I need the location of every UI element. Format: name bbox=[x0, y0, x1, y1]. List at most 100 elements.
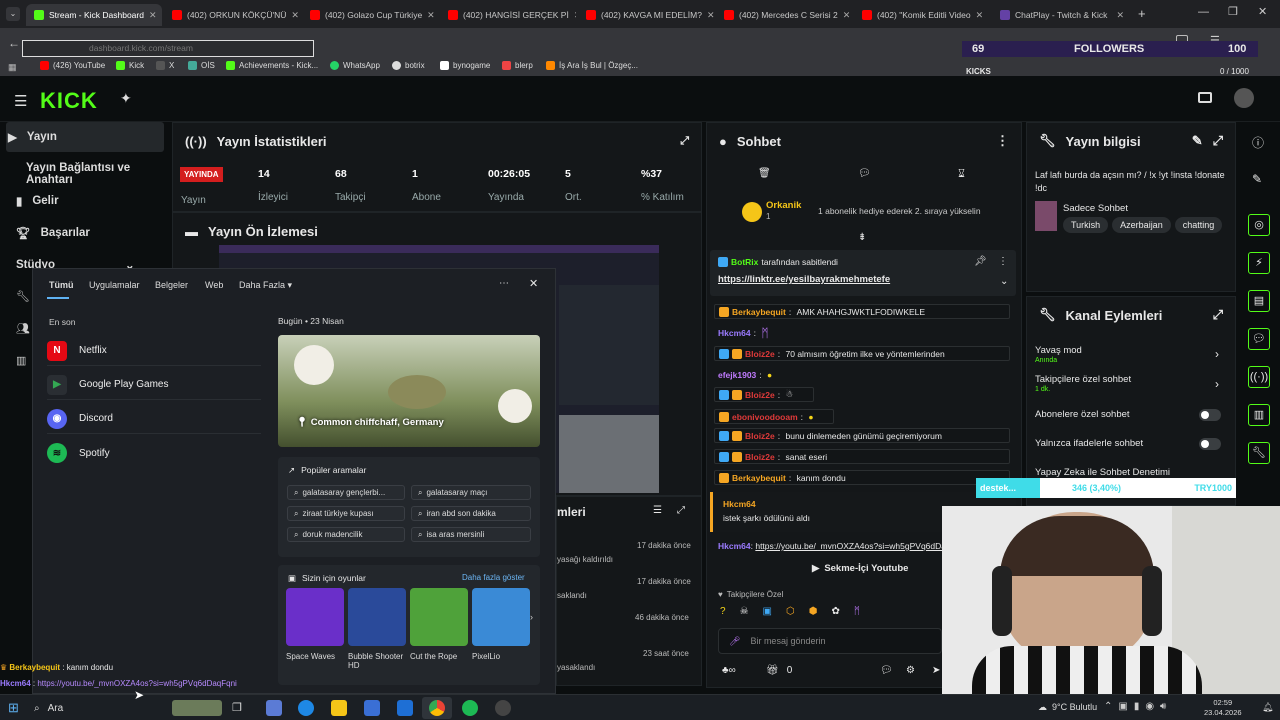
tag[interactable]: Azerbaijan bbox=[1112, 217, 1171, 233]
bookmark-ois[interactable]: OİS bbox=[188, 61, 215, 70]
chart-icon[interactable]: ▥ bbox=[16, 354, 26, 367]
bookmark-youtube[interactable]: (426) YouTube bbox=[40, 61, 105, 70]
recent-app-discord[interactable]: ◉ Discord bbox=[47, 404, 261, 434]
show-more-link[interactable]: Daha fazla göster bbox=[462, 573, 525, 582]
pin-icon[interactable]: ✦ bbox=[120, 90, 132, 107]
category-name[interactable]: Sadece Sohbet bbox=[1063, 203, 1128, 214]
emote-icon[interactable]: ☠ bbox=[740, 606, 749, 622]
chevron-right-icon[interactable]: › bbox=[1215, 347, 1219, 361]
tab-chatplay[interactable]: ChatPlay - Twitch & Kick ✕ bbox=[992, 4, 1132, 26]
chat-message[interactable]: ebonivoodooam: ● bbox=[714, 409, 834, 424]
info-icon[interactable]: ⓘ bbox=[1252, 134, 1264, 151]
trash-icon[interactable]: 🗑︎ bbox=[758, 168, 771, 179]
search-tab-web[interactable]: Web bbox=[205, 280, 223, 290]
game-tile[interactable]: Cut the Rope bbox=[410, 588, 468, 661]
popular-search-chip[interactable]: ⌕ ziraat türkiye kupası bbox=[287, 506, 405, 521]
edge-icon[interactable] bbox=[298, 700, 314, 716]
apps-grid-icon[interactable]: ▦ bbox=[8, 62, 17, 73]
emote-icon[interactable]: ? bbox=[720, 606, 726, 622]
edit-icon[interactable]: ✎ bbox=[1252, 172, 1262, 186]
emote-bar[interactable]: ? ☠ ▣ ⬡ ⬢ ✿ ᛗ bbox=[720, 606, 940, 622]
lightning-icon[interactable]: ⚡︎ bbox=[1248, 252, 1270, 274]
close-icon[interactable]: ✕ bbox=[529, 277, 538, 290]
popular-search-chip[interactable]: ⌕ galatasaray gençlerbi... bbox=[287, 485, 405, 500]
sidebar-item-basarilar[interactable]: 🏆︎ Başarılar bbox=[16, 226, 90, 240]
tab-close-icon[interactable]: ✕ bbox=[707, 10, 714, 21]
edit-icon[interactable]: ✎ bbox=[1192, 133, 1203, 149]
chat-message[interactable]: Berkaybequit: AMK AHAHGJWKTLFODIWKELE bbox=[714, 304, 1010, 319]
spotify-icon[interactable] bbox=[462, 700, 478, 716]
more-vertical-icon[interactable]: ⋮ bbox=[996, 133, 1009, 149]
search-highlight-image[interactable] bbox=[172, 700, 222, 716]
hourglass-icon[interactable]: ⌛︎ bbox=[958, 168, 965, 181]
bookmark-blerp[interactable]: blerp bbox=[502, 61, 533, 70]
popular-search-chip[interactable]: ⌕ isa aras mersinli bbox=[411, 527, 531, 542]
avatar[interactable] bbox=[1234, 88, 1254, 108]
file-explorer-icon[interactable] bbox=[331, 700, 347, 716]
obs-icon[interactable] bbox=[495, 700, 511, 716]
wrench-icon[interactable]: 🔧︎ bbox=[16, 290, 30, 303]
tab-close-icon[interactable]: ✕ bbox=[149, 10, 157, 21]
spotlight-image[interactable]: 📍︎ Common chiffchaff, Germany bbox=[278, 335, 540, 447]
chat-icon[interactable]: 💬︎ bbox=[858, 168, 871, 179]
emote-icon[interactable]: ᛗ bbox=[854, 606, 860, 622]
bookmark-achievements[interactable]: Achievements - Kick... bbox=[226, 61, 318, 70]
tab-search-icon[interactable]: ⌄ bbox=[6, 7, 20, 21]
popular-search-chip[interactable]: ⌕ galatasaray maçı bbox=[411, 485, 531, 500]
bookmark-bynogame[interactable]: bynogame bbox=[440, 61, 490, 70]
emote-chat-toggle[interactable] bbox=[1199, 438, 1221, 450]
bookmark-botrix[interactable]: botrix bbox=[392, 61, 425, 70]
tab-youtube-4[interactable]: (402) KAVGA MI EDELİM? ✕ bbox=[578, 4, 714, 26]
tab-close-icon[interactable]: ✕ bbox=[843, 10, 851, 21]
search-tab-all[interactable]: Tümü bbox=[49, 280, 74, 290]
layout-icon[interactable] bbox=[1198, 92, 1212, 103]
recent-app-netflix[interactable]: N Netflix bbox=[47, 336, 261, 366]
store-icon[interactable] bbox=[364, 700, 380, 716]
search-tab-apps[interactable]: Uygulamalar bbox=[89, 280, 140, 290]
new-tab-button[interactable]: + bbox=[1138, 6, 1146, 21]
kick-logo[interactable]: KICK bbox=[40, 88, 98, 114]
sidebar-item-gelir[interactable]: ▮ Gelir bbox=[16, 194, 59, 208]
chat-bubble-icon[interactable]: 💬︎ bbox=[1248, 328, 1270, 350]
more-horizontal-icon[interactable]: ⋯ bbox=[499, 278, 509, 289]
chat-message[interactable]: Bloiz2e: ☃ bbox=[714, 387, 814, 402]
emote-icon[interactable]: ⬢ bbox=[809, 606, 818, 622]
chat-bubble-icon[interactable]: 💬︎ bbox=[880, 665, 893, 676]
game-tile[interactable]: PixelLio bbox=[472, 588, 530, 661]
tab-close-icon[interactable]: ✕ bbox=[291, 10, 299, 21]
tab-youtube-6[interactable]: (402) "Komik Editli Video ✕ bbox=[854, 4, 990, 26]
tab-kick-dashboard[interactable]: Stream - Kick Dashboard ✕ bbox=[26, 4, 162, 26]
chat-message[interactable]: Bloiz2e: sanat eseri bbox=[714, 449, 1010, 464]
window-close-button[interactable]: ✕ bbox=[1258, 5, 1267, 18]
chevron-right-icon[interactable]: › bbox=[1215, 377, 1219, 391]
back-arrow-icon[interactable]: ← bbox=[8, 36, 20, 50]
game-tile[interactable]: Space Waves bbox=[286, 588, 344, 661]
emote-icon[interactable]: ⬡ bbox=[786, 606, 795, 622]
sidebar-item-yayin-baglantisi[interactable]: Yayın Bağlantısı ve Anahtarı bbox=[26, 162, 170, 186]
tab-close-icon[interactable]: ✕ bbox=[427, 10, 435, 21]
chat-message[interactable]: efejk1903: ● bbox=[714, 367, 776, 382]
chat-message[interactable]: Hkcm64: ᛗ bbox=[714, 325, 773, 340]
tab-close-icon[interactable]: ✕ bbox=[1116, 10, 1124, 21]
hamburger-menu-icon[interactable]: ☰ bbox=[14, 92, 27, 110]
sub-chat-toggle[interactable] bbox=[1199, 409, 1221, 421]
wrench-icon[interactable]: 🔧︎ bbox=[1248, 442, 1270, 464]
expand-icon[interactable]: ⤢ bbox=[677, 505, 685, 516]
expand-icon[interactable]: ⤢ bbox=[1213, 307, 1223, 323]
search-tab-more[interactable]: Daha Fazla ▾ bbox=[239, 280, 292, 291]
expand-icon[interactable]: ⤢ bbox=[1213, 133, 1223, 149]
chat-message[interactable]: Bloiz2e: bunu dinlemeden günümü geçiremi… bbox=[714, 428, 1010, 443]
bookmark-x[interactable]: X bbox=[156, 61, 174, 70]
expand-icon[interactable]: ⤢ bbox=[680, 135, 689, 148]
system-tray-icons[interactable]: ⌃▣▮◉🔊︎ bbox=[1104, 701, 1172, 712]
window-minimize-button[interactable]: — bbox=[1198, 6, 1209, 18]
mail-icon[interactable] bbox=[397, 700, 413, 716]
recent-app-play-games[interactable]: ▶ Google Play Games bbox=[47, 370, 261, 400]
users-icon[interactable]: 👥︎ bbox=[16, 322, 30, 335]
unpin-icon[interactable]: 📌︎ bbox=[974, 256, 987, 267]
chat-link-message[interactable]: Hkcm64: https://youtu.be/_mvnOXZA4os?si=… bbox=[718, 541, 942, 551]
clock[interactable]: 02:59 23.04.2026 bbox=[1204, 698, 1242, 718]
clipboard-icon[interactable]: ▤ bbox=[1248, 290, 1270, 312]
tool-icon[interactable]: ▥ bbox=[1248, 404, 1270, 426]
tab-close-icon[interactable]: ✕ bbox=[976, 10, 984, 21]
